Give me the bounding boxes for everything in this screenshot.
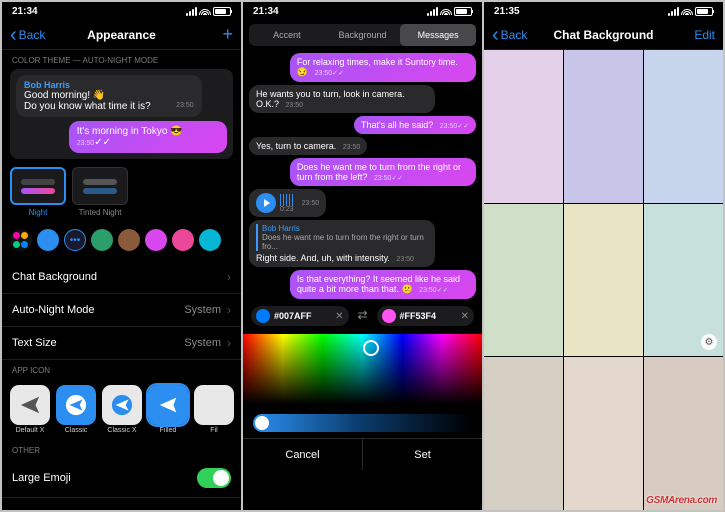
phone-appearance: 21:34 Back Appearance + COLOR THEME — AU… bbox=[2, 2, 241, 510]
msg-out: Does he want me to turn from the right o… bbox=[290, 158, 476, 186]
tab-background[interactable]: Background bbox=[325, 24, 401, 46]
tab-accent[interactable]: Accent bbox=[249, 24, 325, 46]
status-time: 21:34 bbox=[253, 6, 279, 17]
hex-input-row: #007AFF✕ ⇄ #FF53F4✕ bbox=[243, 302, 482, 330]
app-icon-default-x[interactable]: Default X bbox=[10, 385, 50, 434]
color-swatch[interactable]: ••• bbox=[64, 229, 86, 251]
app-icon-filled[interactable]: Filled bbox=[148, 385, 188, 434]
bg-option[interactable] bbox=[484, 50, 563, 203]
accent-color-row: ••• bbox=[2, 225, 241, 255]
set-button[interactable]: Set bbox=[363, 439, 482, 470]
app-icon-classic[interactable]: Classic bbox=[56, 385, 96, 434]
wifi-icon bbox=[681, 7, 693, 15]
phone-chat-background: 21:35 Back Chat Background Edit ⚙ GSMAre… bbox=[484, 2, 723, 510]
wifi-icon bbox=[199, 7, 211, 15]
preview-bubble-out: It's morning in Tokyo 😎 23:50✓✓ bbox=[69, 121, 227, 153]
chevron-icon: › bbox=[227, 336, 231, 350]
back-button[interactable]: Back bbox=[10, 28, 45, 42]
bg-option[interactable] bbox=[644, 357, 723, 510]
status-bar: 21:35 bbox=[484, 2, 723, 20]
msg-out: For relaxing times, make it Suntory time… bbox=[290, 53, 476, 82]
bg-option[interactable] bbox=[484, 204, 563, 357]
play-icon[interactable] bbox=[256, 193, 276, 213]
section-header: COLOR THEME — AUTO-NIGHT MODE bbox=[2, 50, 241, 69]
signal-icon bbox=[427, 7, 438, 16]
swap-icon[interactable]: ⇄ bbox=[355, 308, 371, 324]
color-swatch[interactable] bbox=[91, 229, 113, 251]
msg-in: He wants you to turn, look in camera. O.… bbox=[249, 85, 435, 113]
battery-icon bbox=[695, 7, 713, 16]
clear-icon[interactable]: ✕ bbox=[335, 311, 343, 322]
app-icon-filled-x[interactable]: Fil bbox=[194, 385, 234, 434]
msg-out: That's all he said? 23:50✓✓ bbox=[354, 116, 476, 134]
custom-color-button[interactable] bbox=[10, 229, 32, 251]
bg-option[interactable]: ⚙ bbox=[644, 204, 723, 357]
color-swatch[interactable] bbox=[199, 229, 221, 251]
tab-messages[interactable]: Messages bbox=[400, 24, 476, 46]
auto-night-row[interactable]: Auto-Night ModeSystem› bbox=[2, 294, 241, 327]
battery-icon bbox=[454, 7, 472, 16]
color-swatch[interactable] bbox=[145, 229, 167, 251]
theme-tinted-night[interactable]: Tinted Night bbox=[72, 167, 128, 217]
section-header: APP ICON bbox=[2, 360, 241, 379]
wifi-icon bbox=[440, 7, 452, 15]
signal-icon bbox=[186, 7, 197, 16]
msg-in: Yes, turn to camera. 23:50 bbox=[249, 137, 367, 155]
page-title: Chat Background bbox=[553, 28, 653, 42]
chevron-icon: › bbox=[227, 303, 231, 317]
picker-ring[interactable] bbox=[363, 340, 379, 356]
status-time: 21:35 bbox=[494, 6, 520, 17]
app-icon-classic-x[interactable]: Classic X bbox=[102, 385, 142, 434]
signal-icon bbox=[668, 7, 679, 16]
section-header: OTHER bbox=[2, 440, 241, 459]
chat-background-row[interactable]: Chat Background› bbox=[2, 261, 241, 294]
clear-icon[interactable]: ✕ bbox=[461, 311, 469, 322]
brightness-slider[interactable] bbox=[253, 414, 472, 432]
msg-out: Is that everything? It seemed like he sa… bbox=[290, 270, 476, 299]
battery-icon bbox=[213, 7, 231, 16]
color-swatch[interactable] bbox=[37, 229, 59, 251]
back-button[interactable]: Back bbox=[492, 28, 527, 42]
edit-button[interactable]: Edit bbox=[694, 28, 715, 42]
text-size-row[interactable]: Text SizeSystem› bbox=[2, 327, 241, 360]
background-grid: ⚙ bbox=[484, 50, 723, 510]
nav-bar: Back Chat Background Edit bbox=[484, 20, 723, 50]
color-picker[interactable] bbox=[243, 334, 482, 404]
theme-preview: Bob Harris Good morning! 👋 Do you know w… bbox=[10, 69, 233, 159]
nav-bar: Back Appearance + bbox=[2, 20, 241, 50]
hex-input-1[interactable]: #007AFF✕ bbox=[251, 306, 349, 326]
chevron-icon: › bbox=[227, 270, 231, 284]
large-emoji-row: Large Emoji bbox=[2, 459, 241, 498]
add-button[interactable]: + bbox=[222, 24, 233, 45]
phone-color-picker: 21:34 Accent Background Messages For rel… bbox=[243, 2, 482, 510]
bg-option[interactable] bbox=[484, 357, 563, 510]
bg-option[interactable] bbox=[644, 50, 723, 203]
segment-control: Accent Background Messages bbox=[249, 24, 476, 46]
msg-reply: Bob HarrisDoes he want me to turn from t… bbox=[249, 220, 435, 267]
theme-night[interactable]: Night bbox=[10, 167, 66, 217]
chat-preview: For relaxing times, make it Suntory time… bbox=[243, 50, 482, 302]
status-bar: 21:34 bbox=[2, 2, 241, 20]
color-swatch[interactable] bbox=[118, 229, 140, 251]
color-swatch[interactable] bbox=[172, 229, 194, 251]
theme-selector-row: Night Tinted Night bbox=[2, 159, 241, 225]
page-title: Appearance bbox=[87, 28, 156, 42]
preview-bubble-in: Bob Harris Good morning! 👋 Do you know w… bbox=[16, 75, 202, 117]
large-emoji-toggle[interactable] bbox=[197, 468, 231, 488]
bg-option[interactable] bbox=[564, 357, 643, 510]
voice-msg[interactable]: 0:2323:50 bbox=[249, 189, 326, 217]
status-bar: 21:34 bbox=[243, 2, 482, 20]
cancel-button[interactable]: Cancel bbox=[243, 439, 363, 470]
hex-input-2[interactable]: #FF53F4✕ bbox=[377, 306, 475, 326]
bg-option[interactable] bbox=[564, 204, 643, 357]
app-icon-row: Default X Classic Classic X Filled Fil bbox=[2, 379, 241, 440]
gear-icon[interactable]: ⚙ bbox=[701, 334, 717, 350]
bg-option[interactable] bbox=[564, 50, 643, 203]
action-row: Cancel Set bbox=[243, 438, 482, 470]
watermark: GSMArena.com bbox=[646, 495, 717, 506]
status-time: 21:34 bbox=[12, 6, 38, 17]
